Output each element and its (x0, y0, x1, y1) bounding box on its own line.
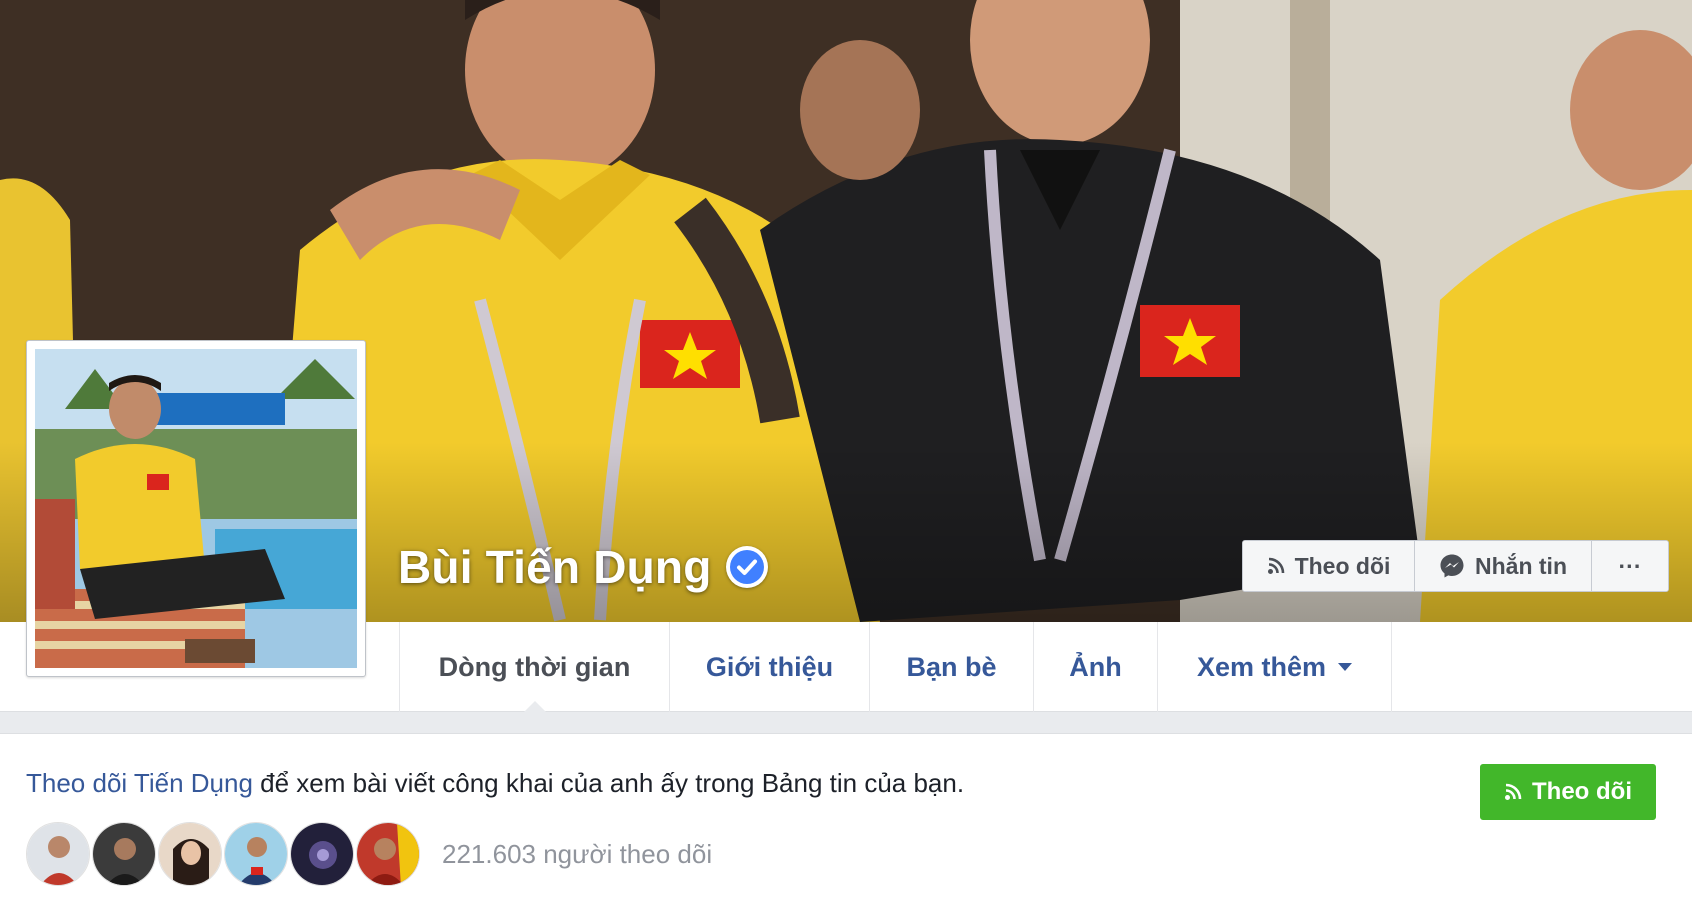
tab-photos[interactable]: Ảnh (1034, 622, 1158, 712)
follower-avatar[interactable] (290, 822, 354, 886)
follow-button[interactable]: Theo dõi (1480, 764, 1656, 820)
followers-row: 221.603 người theo dõi (26, 822, 712, 886)
cover-message-button[interactable]: Nhắn tin (1415, 541, 1592, 591)
tab-more-label: Xem thêm (1196, 651, 1327, 682)
follow-panel: Theo dõi Tiến Dụng để xem bài viết công … (0, 734, 1692, 912)
rss-icon (1267, 557, 1284, 574)
profile-name-text[interactable]: Bùi Tiến Dụng (398, 540, 712, 594)
profile-tabs: Dòng thời gian Giới thiệu Bạn bè Ảnh Xem… (399, 622, 1392, 713)
tab-more[interactable]: Xem thêm (1158, 622, 1392, 712)
cover-action-group: Theo dõi Nhắn tin ··· (1242, 540, 1669, 592)
follow-prompt-text: để xem bài viết công khai của anh ấy tro… (252, 768, 965, 798)
cover-follow-label: Theo dõi (1294, 552, 1391, 579)
tab-about[interactable]: Giới thiệu (670, 622, 870, 712)
tab-friends-label: Bạn bè (906, 651, 997, 682)
follower-avatar[interactable] (224, 822, 288, 886)
follower-avatar[interactable] (356, 822, 420, 886)
rss-icon (1505, 783, 1522, 800)
tab-timeline-label: Dòng thời gian (438, 651, 631, 682)
profile-picture-image (35, 349, 357, 668)
verified-check-icon[interactable] (725, 546, 768, 588)
tab-about-label: Giới thiệu (705, 651, 834, 682)
follow-prompt-link[interactable]: Theo dõi Tiến Dụng (26, 768, 253, 798)
ellipsis-icon: ··· (1618, 552, 1642, 579)
follower-avatar[interactable] (158, 822, 222, 886)
follower-avatar[interactable] (92, 822, 156, 886)
follow-button-label: Theo dõi (1532, 778, 1632, 805)
messenger-icon (1440, 554, 1464, 578)
cover-more-button[interactable]: ··· (1592, 541, 1668, 591)
profile-name[interactable]: Bùi Tiến Dụng (398, 540, 768, 594)
cover-message-label: Nhắn tin (1475, 552, 1567, 579)
tab-photos-label: Ảnh (1069, 651, 1122, 682)
caret-down-icon (1338, 663, 1353, 671)
follow-prompt: Theo dõi Tiến Dụng để xem bài viết công … (26, 768, 964, 799)
follower-avatar[interactable] (26, 822, 90, 886)
tab-friends[interactable]: Bạn bè (870, 622, 1034, 712)
profile-picture[interactable] (26, 340, 366, 677)
cover-follow-button[interactable]: Theo dõi (1243, 541, 1415, 591)
section-divider (0, 712, 1692, 734)
tab-timeline[interactable]: Dòng thời gian (400, 622, 670, 713)
followers-count[interactable]: 221.603 người theo dõi (442, 839, 712, 870)
